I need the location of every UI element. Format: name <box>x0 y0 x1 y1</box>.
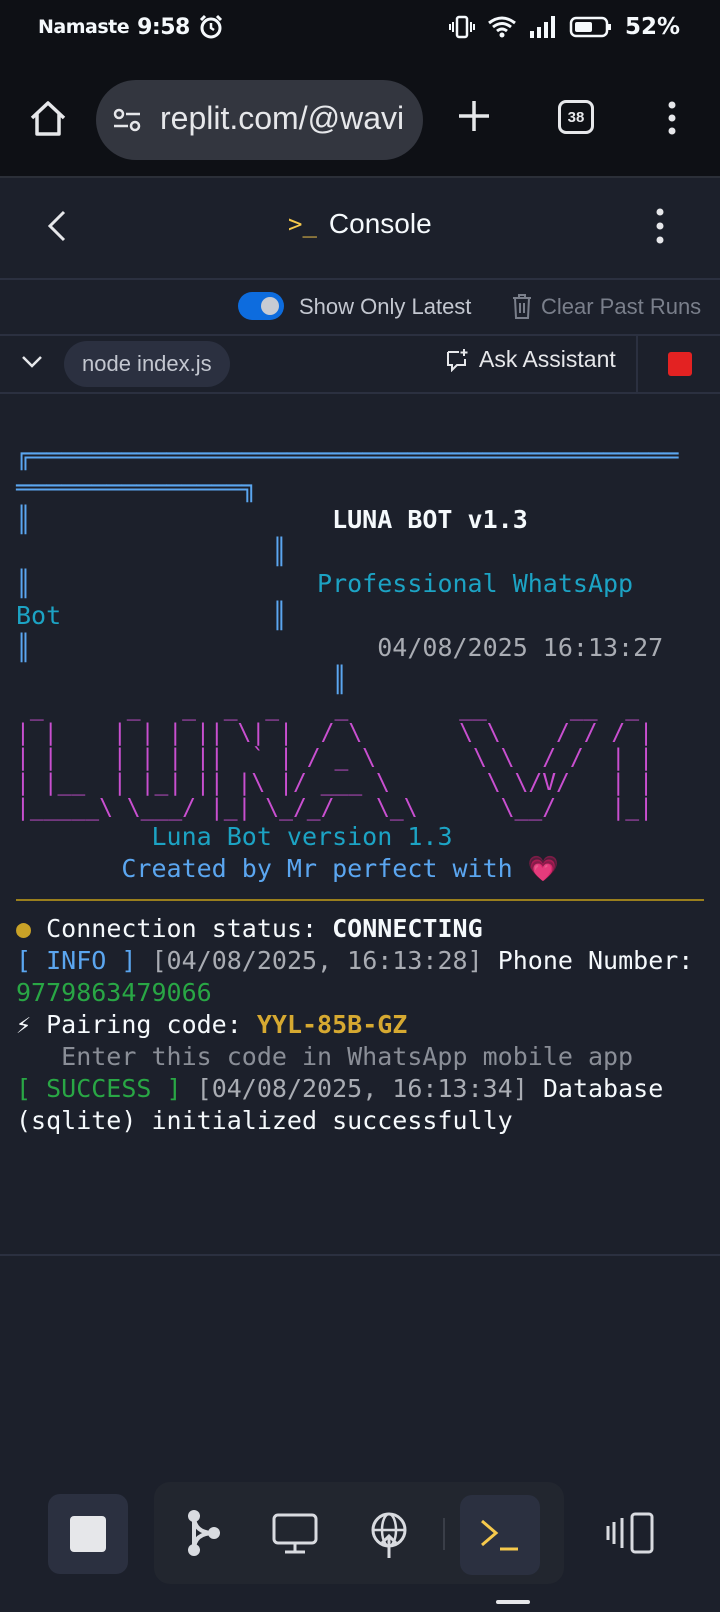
browser-toolbar: replit.com/@wavi 38 <box>0 56 720 178</box>
status-bar: Namaste 9:58 52% <box>0 0 720 56</box>
credit-version: Luna Bot version 1.3 <box>16 821 704 853</box>
console-end-divider <box>0 1254 720 1256</box>
run-bar: node index.js Ask Assistant <box>0 336 720 394</box>
clock: 9:58 <box>137 14 190 40</box>
success-timestamp: [04/08/2025, 16:13:34] <box>196 1074 528 1103</box>
run-command-text: node index.js <box>82 351 212 376</box>
back-arrow-icon[interactable] <box>44 208 70 244</box>
divider <box>636 336 638 392</box>
vibrate-icon <box>448 15 475 39</box>
page-title: >_ Console <box>288 208 432 240</box>
assistant-chat-icon <box>447 348 468 372</box>
alarm-icon <box>199 14 222 39</box>
ask-assistant-button[interactable]: Ask Assistant <box>445 346 616 373</box>
console-prompt-icon: >_ <box>288 210 317 238</box>
ascii-logo: _ _ _ _ _ _ __ __ _ | | | | | || \| | / … <box>16 695 653 821</box>
stop-square-icon <box>70 1516 106 1552</box>
home-icon[interactable] <box>26 96 70 140</box>
battery-percent: 52% <box>624 14 680 40</box>
wifi-icon <box>488 16 516 38</box>
clear-past-runs-button[interactable]: Clear Past Runs <box>541 294 701 320</box>
ask-assistant-label: Ask Assistant <box>479 346 616 372</box>
nav-divider <box>443 1518 445 1550</box>
banner-date: 04/08/2025 16:13:27 <box>377 633 664 662</box>
log-pairing: ⚡ Pairing code: YYL-85B-GZ <box>16 1009 704 1041</box>
address-bar[interactable]: replit.com/@wavi <box>96 80 423 160</box>
deploy-globe-icon[interactable] <box>362 1506 416 1560</box>
run-command-pill[interactable]: node index.js <box>64 341 230 387</box>
info-timestamp: [04/08/2025, 16:13:28] <box>151 946 483 975</box>
monitor-icon[interactable] <box>268 1506 322 1560</box>
gesture-home-bar <box>496 1600 530 1604</box>
bottom-navigation <box>0 1480 720 1612</box>
url-text[interactable]: replit.com/@wavi <box>160 100 410 137</box>
phone-number: 9779863479066 <box>16 978 212 1007</box>
ascii-banner: ╔═══════════════════════════════════════… <box>16 441 679 694</box>
console-output: ╔═══════════════════════════════════════… <box>16 440 704 1137</box>
banner-subtitle-cont: Bot <box>16 601 62 630</box>
status-left: Namaste 9:58 <box>38 14 224 40</box>
toggle-knob <box>261 297 279 315</box>
signal-icon <box>529 16 555 38</box>
status-dot-icon: ● <box>16 914 32 943</box>
success-tag: [ SUCCESS ] <box>16 1074 182 1103</box>
status-label: Connection status: <box>46 914 318 943</box>
stop-run-button[interactable] <box>668 352 692 376</box>
console-menu-icon[interactable] <box>652 206 668 246</box>
stop-button[interactable] <box>48 1494 128 1574</box>
log-success: [ SUCCESS ] [04/08/2025, 16:13:34] Datab… <box>16 1073 704 1137</box>
chevron-down-icon[interactable] <box>20 352 44 372</box>
pairing-code: YYL-85B-GZ <box>256 1010 408 1039</box>
console-header: >_ Console <box>0 178 720 280</box>
status-value: CONNECTING <box>332 914 483 943</box>
battery-icon <box>569 16 611 38</box>
log-info: [ INFO ] [04/08/2025, 16:13:28] Phone Nu… <box>16 945 704 1009</box>
console-separator <box>16 899 704 901</box>
carrier-label: Namaste <box>38 16 130 38</box>
tool-switcher <box>154 1482 564 1584</box>
pairing-hint: Enter this code in WhatsApp mobile app <box>16 1042 634 1071</box>
tab-switcher-button[interactable]: 38 <box>558 100 594 134</box>
page-title-text: Console <box>328 208 432 239</box>
credit-version-text: Luna Bot version 1.3 <box>151 822 453 851</box>
credit-author-text: Created by Mr perfect with 💗 <box>121 854 559 883</box>
status-right: 52% <box>448 14 680 40</box>
console-tab-active[interactable] <box>460 1495 540 1575</box>
panel-layout-icon[interactable] <box>606 1512 656 1554</box>
banner-subtitle: Professional WhatsApp <box>317 569 634 598</box>
show-only-latest-toggle[interactable] <box>238 292 284 320</box>
credit-author: Created by Mr perfect with 💗 <box>16 853 704 885</box>
site-settings-icon[interactable] <box>112 108 142 132</box>
info-tag: [ INFO ] <box>16 946 137 975</box>
console-options-bar: Show Only Latest Clear Past Runs <box>0 280 720 336</box>
show-only-latest-label[interactable]: Show Only Latest <box>299 294 471 320</box>
git-branch-icon[interactable] <box>178 1506 232 1560</box>
pairing-label: ⚡ Pairing code: <box>16 1010 242 1039</box>
trash-icon[interactable] <box>510 292 534 320</box>
info-text: Phone Number: <box>497 946 694 975</box>
console-prompt-icon <box>481 1519 518 1551</box>
browser-menu-icon[interactable] <box>664 100 680 136</box>
banner-title: LUNA BOT v1.3 <box>332 505 528 534</box>
log-connection-status: ● Connection status: CONNECTING <box>16 913 704 945</box>
new-tab-icon[interactable] <box>456 98 492 134</box>
